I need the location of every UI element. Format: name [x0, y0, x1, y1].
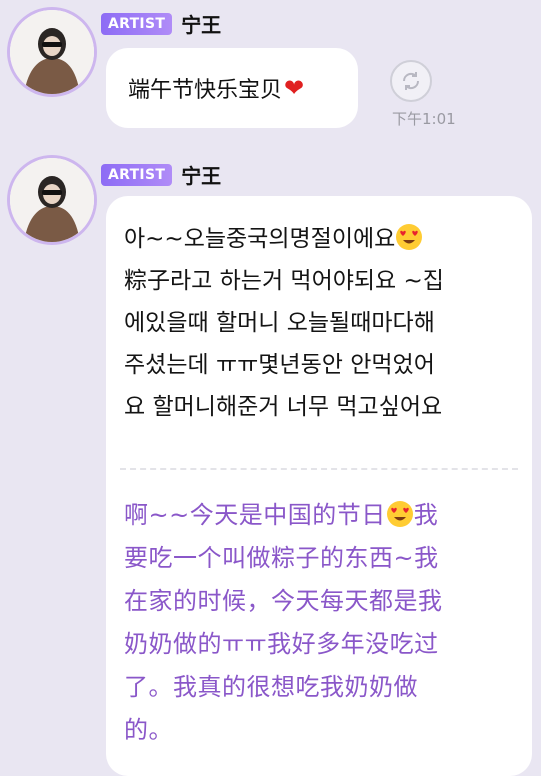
chinese-line: 我 — [413, 501, 439, 529]
message-time: 下午1:01 — [392, 110, 456, 128]
artist-badge: ARTIST — [101, 12, 173, 35]
sender-row: ARTIST 宁王 — [101, 9, 221, 38]
chinese-line: 要吃一个叫做粽子的东西~我 — [124, 544, 439, 572]
artist-badge: ARTIST — [101, 163, 173, 186]
chinese-line: 了。我真的很想吃我奶奶做 — [124, 673, 418, 701]
red-heart-emoji: ❤ — [284, 74, 305, 102]
korean-line: 아~~오늘중국의명절이에요 — [124, 226, 396, 252]
avatar[interactable] — [10, 10, 94, 94]
korean-line: 에있을때 할머니 오늘될때마다해 — [124, 310, 435, 336]
heart-eyes-emoji — [386, 501, 413, 527]
translation-divider — [120, 468, 518, 470]
original-korean-text: 아~~오늘중국의명절이에요 粽子라고 하는거 먹어야되요 ~집 에있을때 할머니… — [124, 218, 524, 428]
chinese-line: 的。 — [124, 716, 173, 744]
chinese-line: 啊~~今天是中国的节日 — [124, 501, 386, 529]
message-bubble[interactable]: 端午节快乐宝贝 ❤ — [106, 48, 358, 128]
korean-line: 주셨는데 ㅠㅠ몇년동안 안먹었어 — [124, 352, 435, 378]
chinese-line: 奶奶做的ㅠㅠ我好多年没吃过 — [124, 630, 439, 658]
sender-name: 宁王 — [181, 164, 222, 188]
message-text: 端午节快乐宝贝 — [128, 78, 283, 103]
avatar[interactable] — [10, 158, 94, 242]
sender-name: 宁王 — [181, 13, 222, 37]
sender-row: ARTIST 宁王 — [101, 160, 221, 189]
korean-line: 요 할머니해준거 너무 먹고싶어요 — [124, 394, 443, 420]
chinese-line: 在家的时候，今天每天都是我 — [124, 587, 443, 615]
korean-line: 粽子라고 하는거 먹어야되요 ~집 — [124, 268, 444, 294]
translate-icon[interactable] — [390, 60, 432, 102]
heart-eyes-emoji — [396, 224, 423, 250]
message-bubble[interactable]: 아~~오늘중국의명절이에요 粽子라고 하는거 먹어야되요 ~집 에있을때 할머니… — [106, 196, 532, 776]
chinese-translation-text: 啊~~今天是中国的节日我 要吃一个叫做粽子的东西~我 在家的时候，今天每天都是我… — [124, 494, 524, 752]
